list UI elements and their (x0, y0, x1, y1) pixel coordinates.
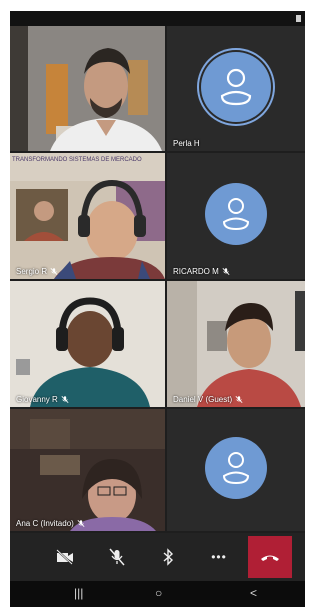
participant-name: RICARDO M (173, 267, 230, 276)
avatar (205, 183, 267, 245)
participant-tile-ricardo[interactable]: RICARDO M (167, 153, 305, 279)
hang-up-button[interactable] (248, 536, 292, 578)
home-button[interactable]: ○ (155, 586, 162, 600)
mic-off-icon (222, 268, 230, 275)
bluetooth-icon (163, 548, 174, 566)
mic-off-icon (77, 520, 85, 527)
video-tile-giovanny[interactable]: Giovanny R (10, 281, 165, 407)
back-button[interactable]: < (250, 586, 257, 600)
more-options-button[interactable]: ••• (199, 541, 239, 573)
mic-off-icon (235, 396, 243, 403)
video-feed (10, 281, 165, 407)
video-feed (167, 281, 305, 407)
recents-button[interactable]: ||| (74, 586, 83, 600)
video-tile-ana[interactable]: Ana C (Invitado) (10, 409, 165, 531)
video-feed (10, 153, 165, 279)
avatar (205, 437, 267, 499)
android-nav-bar: ||| ○ < (10, 581, 305, 607)
banner-text: TRANSFORMANDO SISTEMAS DE MERCADO (12, 157, 142, 163)
participant-tile-perla[interactable]: Perla H (167, 26, 305, 151)
person-icon (222, 198, 250, 231)
camera-off-icon (56, 549, 73, 565)
participant-name: Perla H (173, 139, 200, 148)
status-bar (10, 11, 305, 26)
bluetooth-button[interactable] (148, 541, 188, 573)
mic-off-icon (109, 548, 125, 566)
person-icon (222, 452, 250, 485)
hang-up-icon (261, 555, 279, 561)
video-tile-1[interactable] (10, 26, 165, 151)
mic-off-icon (61, 396, 69, 403)
phone-screen: Perla H TRANSFORMANDO SISTEMAS DE MERCAD… (10, 11, 305, 607)
participant-name: Daniel V (Guest) (173, 395, 243, 404)
participant-name: Ana C (Invitado) (16, 519, 85, 528)
mic-off-icon (50, 268, 58, 275)
battery-icon (296, 15, 301, 22)
mute-button[interactable] (97, 541, 137, 573)
participant-name: Giovanny R (16, 395, 69, 404)
video-feed (10, 26, 165, 151)
video-tile-daniel[interactable]: Daniel V (Guest) (167, 281, 305, 407)
more-icon: ••• (211, 550, 227, 564)
participant-name: Sergio R (16, 267, 58, 276)
camera-toggle-button[interactable] (45, 541, 85, 573)
video-feed (10, 409, 165, 531)
avatar (201, 52, 271, 122)
call-toolbar: ••• (10, 533, 305, 581)
person-icon (220, 68, 252, 106)
video-tile-sergio[interactable]: TRANSFORMANDO SISTEMAS DE MERCADO Sergio… (10, 153, 165, 279)
participant-tile-8[interactable] (167, 409, 305, 531)
